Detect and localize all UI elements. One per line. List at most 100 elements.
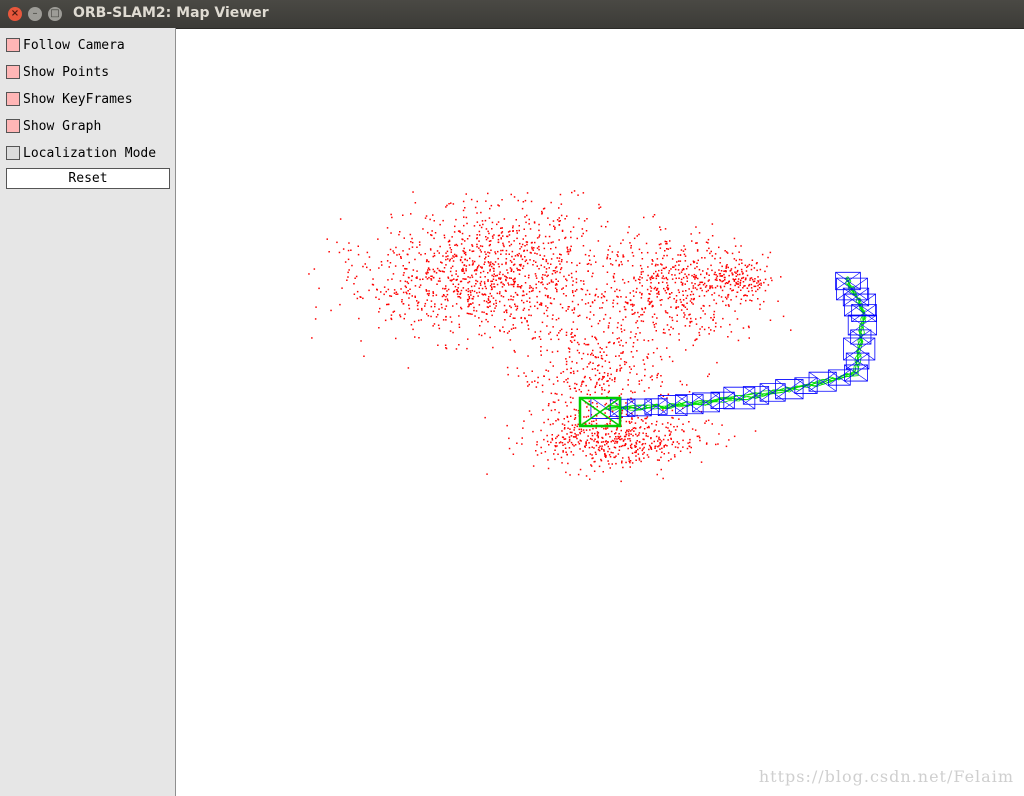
show-keyframes-checkbox[interactable] — [6, 92, 20, 106]
map-point — [612, 305, 614, 308]
follow-camera-checkbox[interactable] — [6, 38, 20, 52]
map-point — [556, 376, 558, 378]
minimize-icon[interactable]: – — [28, 7, 42, 21]
map-point — [671, 416, 673, 419]
map-point — [665, 241, 668, 243]
map-point — [432, 325, 434, 327]
map-point — [522, 201, 525, 203]
map-point — [571, 290, 574, 292]
map-point — [465, 289, 468, 292]
reset-button[interactable]: Reset — [6, 168, 170, 189]
map-point — [636, 320, 639, 322]
map-point — [563, 424, 566, 426]
map-point — [491, 280, 494, 282]
map-point — [546, 295, 549, 298]
map-point — [764, 289, 767, 292]
map-point — [450, 249, 453, 251]
map-point — [630, 443, 633, 445]
map-point — [594, 386, 596, 389]
map-point — [496, 292, 499, 295]
map-point — [648, 387, 650, 389]
map-point — [666, 286, 668, 289]
map-point — [587, 353, 589, 356]
map-viewport[interactable] — [176, 28, 1024, 796]
localization-mode-option[interactable]: Localization Mode — [6, 144, 156, 162]
map-point — [520, 285, 523, 287]
map-point — [414, 202, 417, 204]
map-point — [660, 304, 662, 306]
map-point — [444, 288, 446, 290]
map-point — [531, 370, 533, 372]
map-point — [573, 429, 575, 431]
show-graph-checkbox[interactable] — [6, 119, 20, 133]
title-bar[interactable]: × – □ ORB-SLAM2: Map Viewer — [0, 0, 1024, 29]
map-point — [549, 302, 552, 304]
map-point — [491, 274, 493, 277]
localization-mode-checkbox[interactable] — [6, 146, 20, 160]
map-point — [689, 451, 691, 454]
map-point — [473, 260, 476, 263]
map-point — [473, 309, 475, 312]
map-point — [547, 418, 549, 421]
map-point — [670, 458, 672, 460]
map-point — [377, 238, 379, 240]
map-point — [649, 278, 652, 281]
map-point — [353, 283, 355, 285]
map-point — [549, 423, 552, 426]
map-point — [674, 268, 677, 271]
map-point — [540, 264, 542, 267]
map-point — [442, 287, 444, 290]
close-icon[interactable]: × — [8, 7, 22, 21]
map-point — [507, 272, 509, 274]
map-point — [480, 251, 482, 253]
map-point — [569, 388, 572, 390]
show-points-option[interactable]: Show Points — [6, 63, 109, 81]
map-point — [558, 224, 560, 226]
follow-camera-option[interactable]: Follow Camera — [6, 36, 125, 54]
map-point — [718, 433, 720, 435]
map-point — [653, 313, 656, 315]
map-point — [499, 300, 501, 303]
map-point — [669, 316, 671, 318]
map-point — [554, 226, 556, 229]
map-point — [592, 427, 594, 430]
map-point — [561, 436, 564, 438]
map-point — [408, 261, 410, 264]
map-point — [573, 445, 575, 447]
map-point — [570, 272, 573, 275]
map-point — [651, 375, 653, 377]
map-point — [652, 215, 654, 218]
map-point — [647, 274, 649, 277]
map-point — [506, 424, 508, 427]
map-point — [682, 276, 685, 279]
map-point — [566, 415, 568, 418]
map-point — [605, 226, 607, 228]
map-point — [654, 447, 656, 449]
map-point — [462, 268, 464, 271]
map-point — [742, 281, 745, 283]
map-point — [607, 391, 610, 394]
show-graph-option[interactable]: Show Graph — [6, 117, 101, 135]
map-point — [689, 441, 691, 444]
map-point — [510, 313, 512, 315]
map-point — [643, 363, 646, 365]
map-point — [731, 272, 733, 274]
map-point — [460, 243, 463, 245]
map-point — [749, 299, 751, 301]
map-point — [570, 401, 572, 404]
map-point — [528, 274, 530, 277]
maximize-icon[interactable]: □ — [48, 7, 62, 21]
map-point — [647, 456, 650, 458]
map-point — [474, 315, 476, 317]
show-keyframes-option[interactable]: Show KeyFrames — [6, 90, 133, 108]
map-point — [561, 259, 563, 261]
map-point — [666, 347, 668, 349]
map-point — [461, 238, 463, 240]
map-point — [456, 255, 458, 258]
map-point — [678, 442, 680, 445]
show-points-checkbox[interactable] — [6, 65, 20, 79]
map-point — [521, 207, 524, 210]
map-point — [442, 294, 445, 296]
map-point — [583, 431, 585, 434]
map-point — [686, 447, 689, 450]
